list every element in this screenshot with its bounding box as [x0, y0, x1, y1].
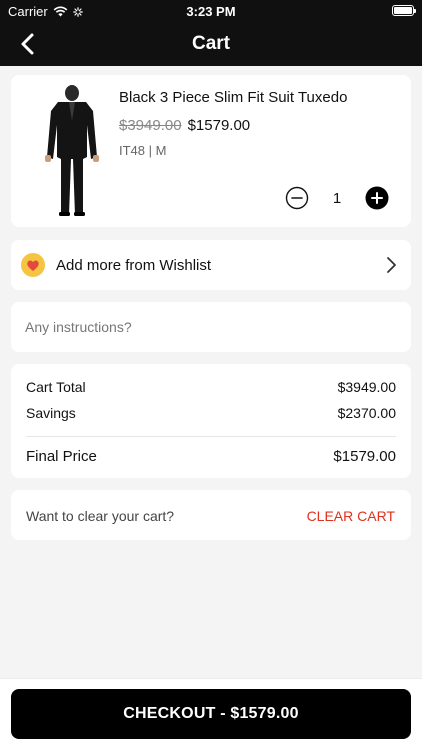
original-price: $3949.00	[119, 117, 182, 134]
price-summary: Cart Total $3949.00 Savings $2370.00 Fin…	[11, 364, 411, 478]
checkout-button[interactable]: CHECKOUT - $1579.00	[11, 689, 411, 739]
quantity-stepper: 1	[285, 186, 389, 210]
wishlist-label: Add more from Wishlist	[56, 257, 212, 274]
clear-cart-prompt: Want to clear your cart?	[26, 508, 175, 524]
heart-icon	[21, 253, 45, 277]
cart-total-row: Cart Total $3949.00	[26, 379, 396, 395]
final-price-row: Final Price $1579.00	[26, 448, 396, 465]
checkout-bar: CHECKOUT - $1579.00	[0, 678, 422, 750]
final-price-value: $1579.00	[333, 448, 396, 465]
cart-item-card: Black 3 Piece Slim Fit Suit Tuxedo $3949…	[11, 75, 411, 227]
summary-divider	[26, 436, 396, 437]
product-name[interactable]: Black 3 Piece Slim Fit Suit Tuxedo	[119, 89, 347, 106]
sale-price: $1579.00	[187, 117, 251, 134]
quantity-value: 1	[332, 189, 342, 207]
wishlist-row[interactable]: Add more from Wishlist	[11, 240, 411, 290]
instructions-card	[11, 302, 411, 352]
cart-total-label: Cart Total	[26, 379, 86, 395]
battery-icon	[392, 5, 416, 16]
clear-cart-card: Want to clear your cart? CLEAR CART	[11, 490, 411, 540]
status-bar: Carrier 3:23 PM	[0, 0, 422, 22]
chevron-right-icon	[387, 257, 396, 273]
clear-cart-button[interactable]: CLEAR CART	[307, 508, 395, 524]
navigation-bar: Cart	[0, 22, 422, 66]
product-image[interactable]	[31, 85, 113, 217]
savings-value: $2370.00	[337, 405, 396, 421]
cart-total-value: $3949.00	[337, 379, 396, 395]
increment-button[interactable]	[365, 186, 389, 210]
decrement-button[interactable]	[285, 186, 309, 210]
savings-row: Savings $2370.00	[26, 405, 396, 421]
final-price-label: Final Price	[26, 448, 97, 465]
page-title: Cart	[191, 33, 230, 54]
clock: 3:23 PM	[186, 4, 236, 19]
savings-label: Savings	[26, 405, 76, 421]
instructions-input[interactable]	[25, 315, 395, 339]
product-prices: $3949.00 $1579.00	[119, 117, 250, 134]
product-variant: IT48 | M	[119, 143, 167, 158]
